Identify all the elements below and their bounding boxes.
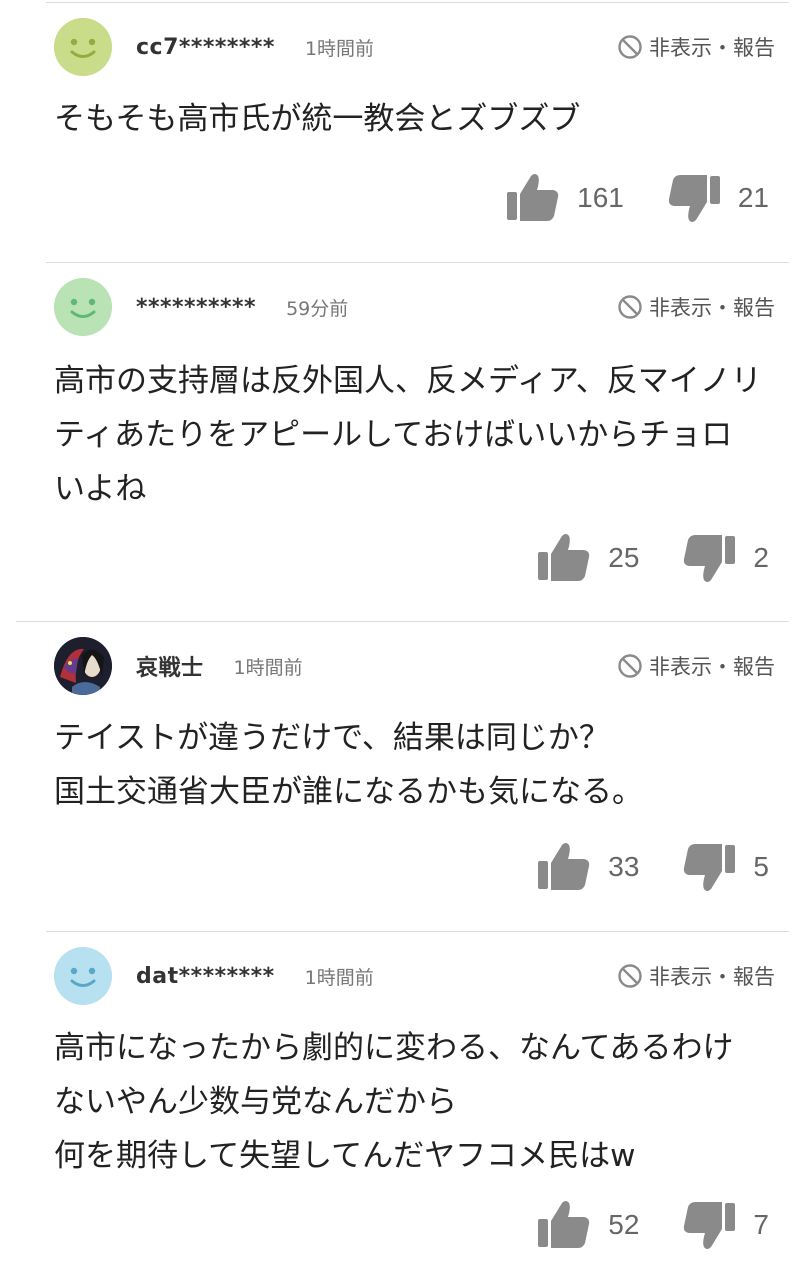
comment-item: dat******** 1時間前 非表示・報告 高市になったから劇的に変わる、な… [0, 931, 807, 1280]
dislike-button[interactable]: 2 [681, 530, 769, 586]
comment-list: cc7******** 1時間前 非表示・報告 そもそも高市氏が統一教会とズブズ… [0, 0, 807, 1280]
dislike-button[interactable]: 21 [666, 170, 769, 226]
thumbs-up-icon [538, 534, 590, 581]
user-name[interactable]: cc7******** [136, 35, 275, 60]
smiley-avatar-icon [54, 278, 112, 336]
ban-icon [618, 964, 642, 988]
thumbs-up-icon [538, 1201, 590, 1248]
avatar[interactable] [54, 637, 112, 695]
comment-text: 高市の支持層は反外国人、反メディア、反マイノリ ティあたりをアピールしておけばい… [54, 363, 762, 507]
comment-text: 高市になったから劇的に変わる、なんてあるわけ ないやん少数与党なんだから 何を期… [54, 1030, 734, 1174]
comment-item: 哀戦士 1時間前 非表示・報告 テイストが違うだけで、結果は同じか？ 国土交通省… [0, 621, 807, 931]
character-avatar-icon [54, 637, 112, 695]
like-button[interactable]: 25 [536, 530, 639, 586]
smiley-avatar-icon [54, 947, 112, 1005]
dislike-count: 21 [737, 182, 769, 213]
post-time: 59分前 [286, 297, 349, 320]
post-time: 1時間前 [304, 966, 374, 989]
thumbs-down-icon [684, 1202, 736, 1249]
like-count: 52 [608, 1209, 640, 1240]
ban-icon [618, 35, 642, 59]
like-count: 25 [608, 542, 640, 573]
post-time: 1時間前 [304, 37, 375, 60]
avatar[interactable] [54, 947, 112, 1005]
hide-report-button[interactable]: 非表示・報告 [617, 961, 775, 991]
dislike-count: 2 [753, 542, 769, 573]
comment-text: そもそも高市氏が統一教会とズブズブ [54, 101, 581, 137]
thumbs-down-icon [684, 535, 736, 582]
ban-icon [618, 295, 642, 319]
user-name[interactable]: 哀戦士 [136, 650, 204, 682]
comment-item: ********** 59分前 非表示・報告 高市の支持層は反外国人、反メディア… [0, 262, 807, 622]
user-name[interactable]: ********** [136, 295, 256, 320]
hide-report-label: 非表示・報告 [649, 655, 775, 679]
like-count: 161 [577, 182, 624, 213]
hide-report-button[interactable]: 非表示・報告 [617, 32, 775, 62]
avatar[interactable] [54, 18, 112, 76]
hide-report-button[interactable]: 非表示・報告 [617, 292, 775, 322]
comment-item: cc7******** 1時間前 非表示・報告 そもそも高市氏が統一教会とズブズ… [0, 0, 807, 262]
hide-report-label: 非表示・報告 [649, 36, 775, 60]
hide-report-label: 非表示・報告 [649, 965, 775, 989]
thumbs-down-icon [684, 844, 736, 891]
like-count: 33 [608, 851, 640, 882]
dislike-button[interactable]: 5 [681, 839, 769, 895]
like-button[interactable]: 161 [505, 170, 624, 226]
like-button[interactable]: 52 [536, 1197, 639, 1253]
thumbs-up-icon [507, 174, 559, 221]
avatar[interactable] [54, 278, 112, 336]
hide-report-button[interactable]: 非表示・報告 [617, 651, 775, 681]
user-name[interactable]: dat******** [136, 964, 275, 989]
dislike-count: 7 [753, 1209, 769, 1240]
like-button[interactable]: 33 [536, 839, 639, 895]
smiley-avatar-icon [54, 18, 112, 76]
thumbs-down-icon [668, 175, 720, 222]
hide-report-label: 非表示・報告 [649, 296, 775, 320]
dislike-button[interactable]: 7 [681, 1197, 769, 1253]
post-time: 1時間前 [233, 656, 303, 679]
ban-icon [618, 654, 642, 678]
comment-text: テイストが違うだけで、結果は同じか？ 国土交通省大臣が誰になるかも気になる。 [54, 720, 643, 810]
thumbs-up-icon [538, 843, 590, 890]
dislike-count: 5 [753, 851, 769, 882]
